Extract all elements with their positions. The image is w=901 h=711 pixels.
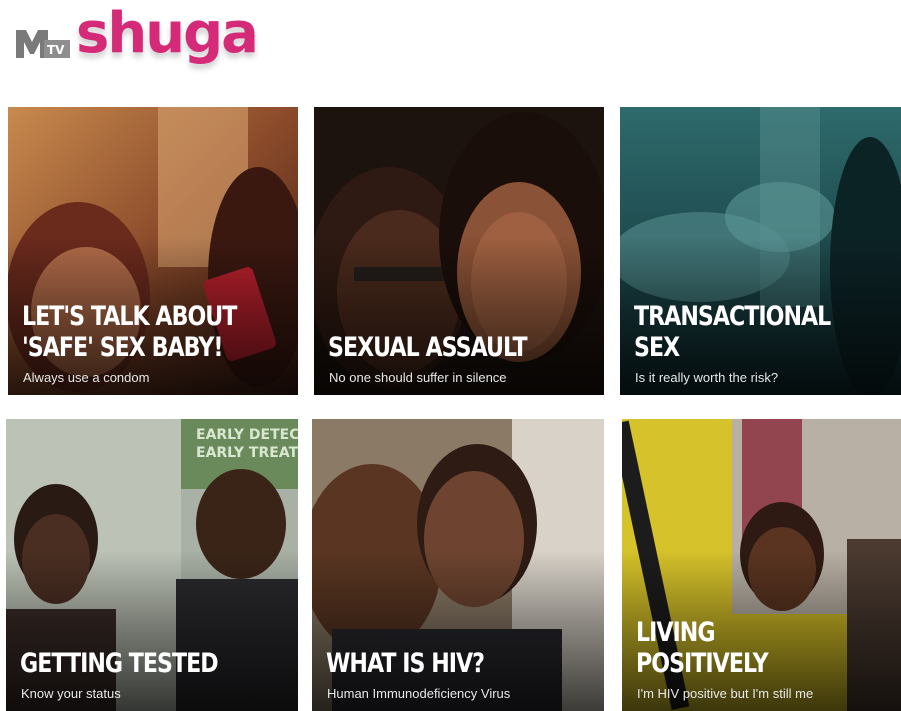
- tile-subtitle: Always use a condom: [23, 370, 150, 385]
- tile-title: LIVING POSITIVELY: [636, 617, 769, 679]
- tile-transactional-sex[interactable]: TRANSACTIONAL SEX Is it really worth the…: [620, 107, 901, 395]
- tile-subtitle: I'm HIV positive but I'm still me: [637, 686, 814, 701]
- tile-subtitle: Is it really worth the risk?: [635, 370, 779, 385]
- svg-text:TV: TV: [47, 43, 65, 57]
- site-header: TV shuga: [0, 0, 901, 100]
- tile-safe-sex[interactable]: LET'S TALK ABOUT 'SAFE' SEX BABY! Always…: [8, 107, 298, 395]
- tile-title: SEXUAL ASSAULT: [328, 332, 528, 363]
- poster-text-2: EARLY TREAT: [196, 445, 298, 461]
- tile-title: WHAT IS HIV?: [326, 648, 485, 679]
- mtv-logo-icon[interactable]: TV: [14, 24, 72, 62]
- tile-what-is-hiv[interactable]: WHAT IS HIV? Human Immunodeficiency Viru…: [312, 419, 604, 711]
- tile-title: TRANSACTIONAL SEX: [634, 301, 831, 363]
- tile-living-positively[interactable]: LIVING POSITIVELY I'm HIV positive but I…: [622, 419, 901, 711]
- tile-subtitle: Human Immunodeficiency Virus: [327, 686, 511, 701]
- tile-getting-tested[interactable]: EARLY DETEC EARLY TREAT GETTING TESTED K…: [6, 419, 298, 711]
- tile-subtitle: No one should suffer in silence: [329, 370, 507, 385]
- tile-subtitle: Know your status: [21, 686, 121, 701]
- tile-title: LET'S TALK ABOUT 'SAFE' SEX BABY!: [22, 301, 237, 363]
- brand-logo-text[interactable]: shuga: [76, 6, 259, 62]
- tile-title: GETTING TESTED: [20, 648, 219, 679]
- tile-sexual-assault[interactable]: SEXUAL ASSAULT No one should suffer in s…: [314, 107, 604, 395]
- poster-text-1: EARLY DETEC: [196, 427, 298, 443]
